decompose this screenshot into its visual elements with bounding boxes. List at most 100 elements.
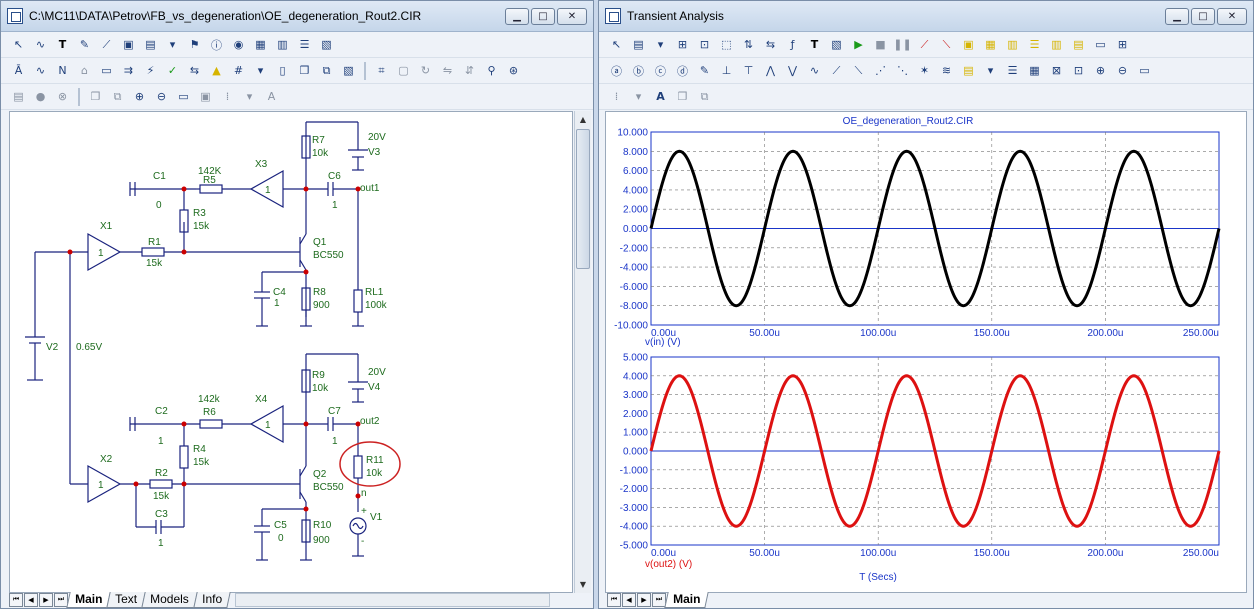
flip-icon[interactable]: ⇵: [460, 61, 479, 80]
plot-dropdown-2-icon[interactable]: ▾: [981, 61, 1000, 80]
cursor-2-icon[interactable]: ⓑ: [629, 61, 648, 80]
close-button[interactable]: ✕: [557, 7, 587, 25]
plot-dropdown-icon[interactable]: ▾: [651, 35, 670, 54]
schematic-horizontal-scrollbar[interactable]: [235, 592, 551, 607]
scroll-down-arrow-icon[interactable]: ▼: [575, 576, 591, 593]
attr-wave-icon[interactable]: ∿: [31, 61, 50, 80]
scroll-thumb[interactable]: [576, 129, 590, 269]
global-low-icon[interactable]: ⋱: [893, 61, 912, 80]
current-arrow-icon[interactable]: ⇉: [119, 61, 138, 80]
cursor-4-icon[interactable]: ⓓ: [673, 61, 692, 80]
page-2-icon[interactable]: ▯: [273, 61, 292, 80]
page-icon[interactable]: ▥: [273, 35, 292, 54]
zoom-100-icon[interactable]: ▭: [174, 87, 193, 106]
tabulate-icon[interactable]: ▦: [1025, 61, 1044, 80]
diagonal-wire-icon[interactable]: ⟋: [97, 35, 116, 54]
pin-icon[interactable]: ⌂: [75, 61, 94, 80]
wire-icon[interactable]: ∿: [31, 35, 50, 54]
dropdown-2-icon[interactable]: ▾: [251, 61, 270, 80]
dropdown-3-icon[interactable]: ▾: [240, 87, 259, 106]
plot-text-icon[interactable]: T: [805, 35, 824, 54]
tab-text[interactable]: Text: [106, 591, 147, 608]
scale-icon[interactable]: ⊞: [673, 35, 692, 54]
help-icon[interactable]: ◉: [229, 35, 248, 54]
zoom-in-icon[interactable]: ⊕: [130, 87, 149, 106]
dropdown-icon[interactable]: ▾: [163, 35, 182, 54]
info-icon[interactable]: ⓘ: [207, 35, 226, 54]
attr-text-icon[interactable]: Ā: [9, 61, 28, 80]
minimize-button[interactable]: ▁: [505, 7, 529, 25]
layout-5-icon[interactable]: ▥: [1047, 35, 1066, 54]
check-icon[interactable]: ✓: [163, 61, 182, 80]
plot-maximize-button[interactable]: □: [1191, 7, 1215, 25]
global-high-icon[interactable]: ⋰: [871, 61, 890, 80]
layout-4-icon[interactable]: ☰: [1025, 35, 1044, 54]
properties-icon[interactable]: ▧: [317, 35, 336, 54]
group-icon[interactable]: ❐: [86, 87, 105, 106]
ungroup-icon[interactable]: ⧉: [108, 87, 127, 106]
plot-zoom-in-icon[interactable]: ⊕: [1091, 61, 1110, 80]
plot-select-icon[interactable]: ↖: [607, 35, 626, 54]
plot-canvas[interactable]: OE_degeneration_Rout2.CIR 10.000 8.000 6.0…: [605, 111, 1247, 593]
mirror-h-icon[interactable]: ⇋: [438, 61, 457, 80]
layout-3-icon[interactable]: ▥: [1003, 35, 1022, 54]
clipboard-icon[interactable]: ▤: [959, 61, 978, 80]
plot-first-page-icon[interactable]: ⏮: [607, 592, 621, 607]
edit-icon[interactable]: ✎: [695, 61, 714, 80]
rotate-icon[interactable]: ↻: [416, 61, 435, 80]
transient-titlebar[interactable]: Transient Analysis ▁ □ ✕: [599, 1, 1253, 32]
region-icon[interactable]: ⌗: [372, 61, 391, 80]
run-icon[interactable]: ▶: [849, 35, 868, 54]
scroll-up-arrow-icon[interactable]: ▲: [575, 111, 591, 128]
layout-8-icon[interactable]: ⊞: [1113, 35, 1132, 54]
prev-page-icon[interactable]: ◀: [24, 592, 38, 607]
low-icon[interactable]: ⋁: [783, 61, 802, 80]
stop-run-icon[interactable]: ■: [871, 35, 890, 54]
info-box-icon[interactable]: ▤: [141, 35, 160, 54]
warning-icon[interactable]: ▲: [207, 61, 226, 80]
x-scale-icon[interactable]: ⇆: [761, 35, 780, 54]
toggle-icon[interactable]: ▤: [9, 87, 28, 106]
pause-icon[interactable]: ❚❚: [893, 35, 912, 54]
plot-ungroup-icon[interactable]: ⧉: [695, 87, 714, 106]
valley-icon[interactable]: ⊤: [739, 61, 758, 80]
plot-properties-icon[interactable]: ▧: [827, 35, 846, 54]
fit-2-icon[interactable]: ⊡: [1069, 61, 1088, 80]
pencil-icon[interactable]: ✎: [75, 35, 94, 54]
auto-scale-icon[interactable]: ⊡: [695, 35, 714, 54]
plot-close-button[interactable]: ✕: [1217, 7, 1247, 25]
layout-2-icon[interactable]: ▦: [981, 35, 1000, 54]
list-icon[interactable]: ☰: [295, 35, 314, 54]
schematic-titlebar[interactable]: C:\MC11\DATA\Petrov\FB_vs_degeneration\O…: [1, 1, 593, 32]
grid-dots-icon[interactable]: ⁞: [218, 87, 237, 106]
plot-grid-icon[interactable]: ⁞: [607, 87, 626, 106]
flag-icon[interactable]: ⚑: [185, 35, 204, 54]
cursor-1-icon[interactable]: ⓐ: [607, 61, 626, 80]
plot-group-icon[interactable]: ❐: [673, 87, 692, 106]
plot-minimize-button[interactable]: ▁: [1165, 7, 1189, 25]
layout-6-icon[interactable]: ▤: [1069, 35, 1088, 54]
plot-prev-page-icon[interactable]: ◀: [622, 592, 636, 607]
device-icon[interactable]: ▦: [251, 35, 270, 54]
double-arrow-icon[interactable]: ⇆: [185, 61, 204, 80]
inflection-icon[interactable]: ∿: [805, 61, 824, 80]
page-list-icon[interactable]: ☰: [1003, 61, 1022, 80]
schematic-vertical-scrollbar[interactable]: ▲ ▼: [574, 111, 591, 593]
blank-icon[interactable]: ▢: [394, 61, 413, 80]
component-icon[interactable]: ▣: [119, 35, 138, 54]
tab-models[interactable]: Models: [141, 591, 198, 608]
copy-icon[interactable]: ❐: [295, 61, 314, 80]
plot-tab-main[interactable]: Main: [664, 591, 710, 608]
cursor-mode-2-icon[interactable]: ⟍: [937, 35, 956, 54]
y-scale-icon[interactable]: ⇅: [739, 35, 758, 54]
redraw-icon[interactable]: ▣: [196, 87, 215, 106]
plot-font-icon[interactable]: A: [651, 87, 670, 106]
maximize-button[interactable]: □: [531, 7, 555, 25]
formula-icon[interactable]: ƒ: [783, 35, 802, 54]
select-mode-icon[interactable]: ↖: [9, 35, 28, 54]
cursor-3-icon[interactable]: ⓒ: [651, 61, 670, 80]
zoom-box-icon[interactable]: ⬚: [717, 35, 736, 54]
tab-info[interactable]: Info: [193, 591, 231, 608]
layer-icon[interactable]: ⧉: [317, 61, 336, 80]
layout-7-icon[interactable]: ▭: [1091, 35, 1110, 54]
